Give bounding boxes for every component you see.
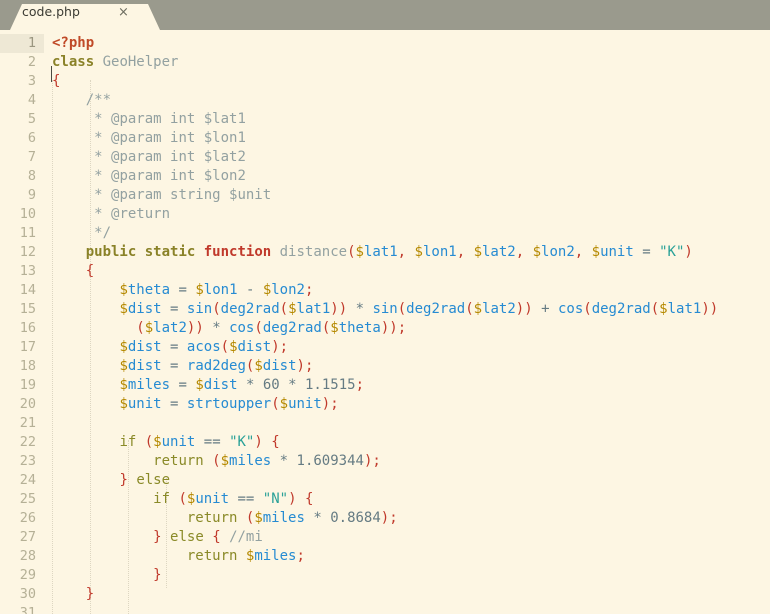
line-number: 9 [27, 187, 36, 203]
code-line[interactable]: /** [52, 91, 111, 110]
line-number: 3 [27, 73, 36, 89]
code-line[interactable]: $dist = sin(deg2rad($lat1)) * sin(deg2ra… [52, 300, 718, 319]
code-line[interactable]: { [52, 72, 60, 91]
code-line[interactable]: return $miles; [52, 547, 305, 566]
line-number: 20 [19, 396, 36, 412]
close-icon[interactable]: × [118, 4, 129, 21]
code-line[interactable]: return ($miles * 0.8684); [52, 509, 398, 528]
line-number: 1 [0, 34, 44, 53]
code-line[interactable]: * @param int $lat2 [52, 148, 246, 167]
code-line[interactable]: } else [52, 471, 170, 490]
code-line[interactable] [52, 604, 60, 614]
line-number: 24 [19, 472, 36, 488]
code-line[interactable]: * @param int $lat1 [52, 110, 246, 129]
code-line[interactable]: ($lat2)) * cos(deg2rad($theta)); [52, 319, 406, 338]
line-number: 17 [19, 339, 36, 355]
line-number: 5 [27, 111, 36, 127]
line-number: 27 [19, 529, 36, 545]
line-number: 13 [19, 263, 36, 279]
line-number: 12 [19, 244, 36, 260]
code-line[interactable]: } [52, 566, 161, 585]
code-line[interactable]: return ($miles * 1.609344); [52, 452, 381, 471]
code-line[interactable]: } else { //mi [52, 528, 263, 547]
line-number: 14 [19, 282, 36, 298]
code-line[interactable]: */ [52, 224, 111, 243]
line-number: 2 [27, 54, 36, 70]
code-line[interactable]: if ($unit == "N") { [52, 490, 313, 509]
line-number: 26 [19, 510, 36, 526]
line-number: 4 [27, 92, 36, 108]
code-line[interactable]: $unit = strtoupper($unit); [52, 395, 338, 414]
code-line[interactable]: * @return [52, 205, 170, 224]
line-number: 23 [19, 453, 36, 469]
code-line[interactable]: if ($unit == "K") { [52, 433, 279, 452]
tab-label[interactable]: code.php [22, 4, 80, 19]
code-editor[interactable]: 1 2 3 4 5 6 7 8 9 10 11 12 13 14 15 16 17 18 19 20 21 22 23 24 2… [0, 30, 770, 614]
line-number: 31 [19, 605, 36, 614]
code-line[interactable]: * @param string $unit [52, 186, 271, 205]
line-number: 16 [19, 320, 36, 336]
line-number: 29 [19, 567, 36, 583]
line-number: 15 [19, 301, 36, 317]
line-number: 10 [19, 206, 36, 222]
text-caret [51, 66, 52, 82]
line-number: 18 [19, 358, 36, 374]
line-number: 7 [27, 149, 36, 165]
code-line[interactable]: <?php [52, 34, 94, 53]
code-line[interactable] [52, 414, 60, 433]
line-number: 6 [27, 130, 36, 146]
code-line[interactable]: * @param int $lon2 [52, 167, 246, 186]
line-number: 30 [19, 586, 36, 602]
line-number: 28 [19, 548, 36, 564]
line-number-gutter: 1 2 3 4 5 6 7 8 9 10 11 12 13 14 15 16 17 18 19 20 21 22 23 24 2… [0, 30, 44, 614]
code-line[interactable]: $theta = $lon1 - $lon2; [52, 281, 313, 300]
line-number: 21 [19, 415, 36, 431]
line-number: 11 [19, 225, 36, 241]
code-line[interactable]: $dist = rad2deg($dist); [52, 357, 313, 376]
code-line[interactable]: $dist = acos($dist); [52, 338, 288, 357]
code-line[interactable]: $miles = $dist * 60 * 1.1515; [52, 376, 364, 395]
code-line[interactable]: class GeoHelper [52, 53, 178, 72]
line-number: 19 [19, 377, 36, 393]
code-line[interactable]: { [52, 262, 94, 281]
line-number: 22 [19, 434, 36, 450]
code-content[interactable]: <?php class GeoHelper{ /** * @param int $… [44, 30, 770, 614]
line-number: 25 [19, 491, 36, 507]
line-number: 8 [27, 168, 36, 184]
code-line[interactable]: public static function distance($lat1, $… [52, 243, 693, 262]
tab-bar: code.php × [0, 0, 770, 30]
code-line[interactable]: * @param int $lon1 [52, 129, 246, 148]
code-line[interactable]: } [52, 585, 94, 604]
